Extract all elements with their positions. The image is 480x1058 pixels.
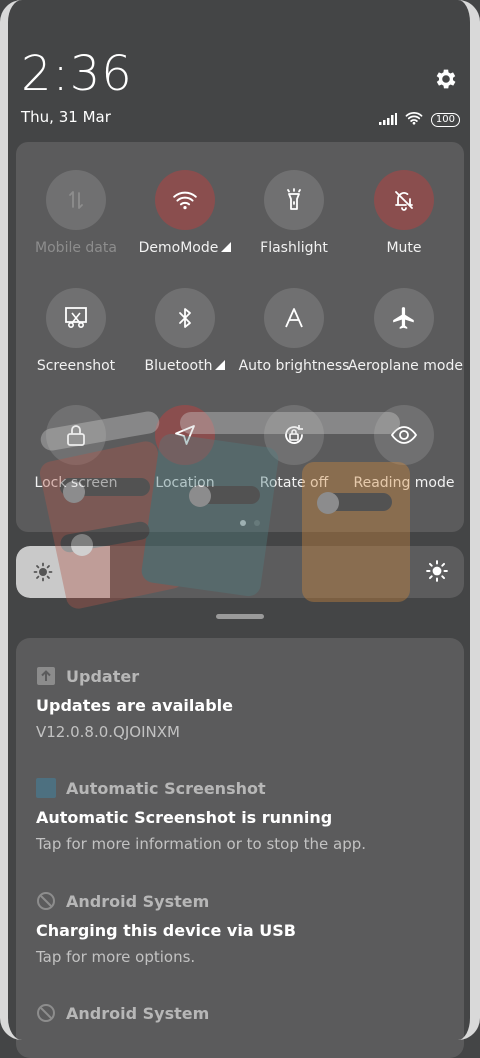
tile-label-text: Location: [155, 475, 215, 491]
tile-label: Rotate off: [238, 475, 350, 491]
tile-demomode[interactable]: DemoMode: [129, 170, 241, 256]
tile-label-text: Flashlight: [260, 240, 328, 256]
location-icon[interactable]: [155, 405, 215, 465]
page-dot-active: [240, 520, 246, 526]
bell-off-icon[interactable]: [374, 170, 434, 230]
tile-screenshot[interactable]: Screenshot: [20, 288, 132, 374]
updater-icon: [36, 666, 56, 686]
status-header: 2:36 Thu, 31 Mar 100: [0, 0, 480, 140]
rotate-lock-icon[interactable]: [264, 405, 324, 465]
wifi-icon: [405, 110, 423, 129]
tile-label-text: Lock screen: [34, 475, 118, 491]
tile-label: Aeroplane mode: [348, 358, 463, 374]
eye-icon[interactable]: [374, 405, 434, 465]
tile-label: DemoMode: [129, 240, 241, 256]
notification-text: Tap for more information or to stop the …: [36, 835, 367, 853]
page-dot: [254, 520, 260, 526]
system-icons: 100: [378, 110, 460, 129]
notification-list: Updater Updates are available V12.0.8.0.QJ…: [16, 638, 464, 1058]
quick-settings-panel: Mobile data DemoMode Flashlight Mute Screens…: [16, 142, 464, 532]
tile-label-text: Mobile data: [35, 240, 117, 256]
tile-reading-mode[interactable]: Reading mode: [348, 405, 460, 491]
android-system-icon: [36, 891, 56, 911]
notification-item[interactable]: Android System Charging this device via U…: [36, 891, 446, 967]
brightness-slider[interactable]: [16, 546, 464, 598]
tile-label-text: Rotate off: [259, 475, 329, 491]
tile-label: Flashlight: [238, 240, 350, 256]
auto-brightness-icon[interactable]: [264, 288, 324, 348]
page-indicator: [240, 520, 260, 526]
notification-app-name: Android System: [66, 1003, 210, 1023]
tile-label: Mobile data: [20, 240, 132, 256]
wifi-icon[interactable]: [155, 170, 215, 230]
tile-label-text: Aeroplane mode: [348, 358, 463, 374]
tile-label: Bluetooth: [129, 358, 241, 374]
drag-handle[interactable]: [216, 614, 264, 619]
battery-icon: 100: [430, 112, 460, 127]
tile-label-text: Mute: [386, 240, 422, 256]
tile-location[interactable]: Location: [129, 405, 241, 491]
date: Thu, 31 Mar: [21, 108, 111, 126]
expand-caret-icon: [218, 240, 232, 256]
tile-label: Lock screen: [20, 475, 132, 491]
notification-item[interactable]: Updater Updates are available V12.0.8.0.QJ…: [36, 666, 446, 742]
notification-title: Automatic Screenshot is running: [36, 808, 333, 827]
notification-app-name: Updater: [66, 666, 140, 686]
tile-auto-brightness[interactable]: Auto brightness: [238, 288, 350, 374]
tile-label-text: Auto brightness: [238, 358, 350, 374]
tile-aeroplane-mode[interactable]: Aeroplane mode: [348, 288, 463, 374]
signal-icon: [378, 110, 397, 129]
notification-app-row: Android System: [36, 1003, 446, 1023]
brightness-low-icon: [33, 562, 53, 586]
tile-label: Location: [129, 475, 241, 491]
notification-item[interactable]: Automatic Screenshot Automatic Screenshot…: [36, 778, 446, 853]
notification-title: Updates are available: [36, 696, 233, 715]
notification-app-name: Automatic Screenshot: [66, 778, 266, 798]
screenshot-icon[interactable]: [46, 288, 106, 348]
tile-rotate-off[interactable]: Rotate off: [238, 405, 350, 491]
flashlight-icon[interactable]: [264, 170, 324, 230]
notification-app-row: Updater: [36, 666, 446, 686]
tile-mobile-data[interactable]: Mobile data: [20, 170, 132, 256]
lock-icon[interactable]: [46, 405, 106, 465]
notification-title: Charging this device via USB: [36, 921, 296, 940]
brightness-high-icon: [426, 560, 448, 586]
notification-app-row: Android System: [36, 891, 446, 911]
tile-flashlight[interactable]: Flashlight: [238, 170, 350, 256]
airplane-icon[interactable]: [374, 288, 434, 348]
notification-app-name: Android System: [66, 891, 210, 911]
tile-label-text: Screenshot: [36, 358, 116, 374]
tile-label-text: Reading mode: [353, 475, 455, 491]
tile-label: Mute: [348, 240, 460, 256]
bluetooth-icon[interactable]: [155, 288, 215, 348]
settings-gear-icon[interactable]: [433, 66, 459, 92]
mobile-data-icon[interactable]: [46, 170, 106, 230]
tile-bluetooth[interactable]: Bluetooth: [129, 288, 241, 374]
tile-lock-screen[interactable]: Lock screen: [20, 405, 132, 491]
tile-mute[interactable]: Mute: [348, 170, 460, 256]
notification-item[interactable]: Android System: [36, 1003, 446, 1023]
notification-app-row: Automatic Screenshot: [36, 778, 446, 798]
android-system-icon: [36, 1003, 56, 1023]
tile-label: Reading mode: [348, 475, 460, 491]
app-square-icon: [36, 778, 56, 798]
brightness-fill: [16, 546, 111, 598]
clock: 2:36: [21, 46, 133, 102]
notification-text: V12.0.8.0.QJOINXM: [36, 723, 180, 741]
notification-text: Tap for more options.: [36, 948, 196, 966]
tile-label-text: DemoMode: [138, 240, 219, 256]
tile-label: Auto brightness: [238, 358, 350, 374]
expand-caret-icon: [212, 358, 226, 374]
tile-label-text: Bluetooth: [144, 358, 213, 374]
tile-label: Screenshot: [20, 358, 132, 374]
